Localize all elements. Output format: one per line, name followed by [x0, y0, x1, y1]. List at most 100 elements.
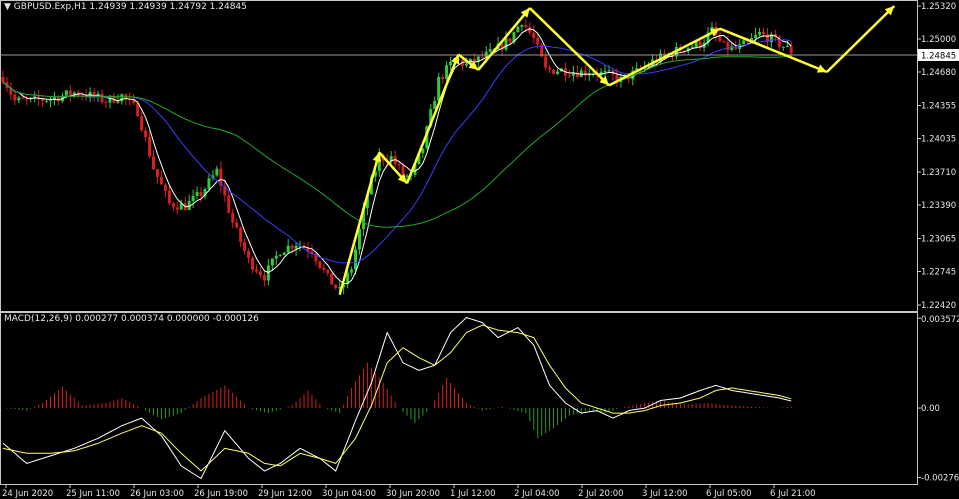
candle-body — [227, 195, 231, 213]
macd-tick-label: 0.00 — [921, 404, 940, 414]
time-tick-label: 29 Jun 12:00 — [258, 489, 312, 499]
instrument-label: GBPUSD.Exp,H1 — [13, 2, 87, 12]
time-tick-label: 1 Jul 12:00 — [450, 489, 496, 499]
zigzag-arrow-line — [608, 27, 721, 87]
signal-line — [2, 324, 792, 472]
candle-body — [326, 269, 330, 274]
candle-body — [334, 284, 338, 289]
price-tick-label: 1.23390 — [921, 201, 956, 211]
candle-body — [508, 38, 512, 43]
time-tick-label: 2 Jul 20:00 — [578, 489, 624, 499]
candle-body — [282, 252, 286, 256]
macd-tick-label: 0.003572 — [921, 315, 959, 325]
zigzag-arrow-line — [825, 5, 896, 73]
price-tick-label: 1.22420 — [921, 301, 956, 311]
candle-body — [294, 245, 298, 249]
candle-body — [690, 46, 694, 48]
time-tick-label: 6 Jul 05:00 — [706, 489, 752, 499]
candle-body — [215, 168, 219, 176]
candle-body — [148, 137, 152, 157]
candle-body — [1, 77, 5, 83]
candle-body — [262, 274, 266, 281]
time-tick-label: 30 Jun 20:00 — [386, 489, 440, 499]
chart-frame — [0, 0, 918, 485]
candle-body — [167, 190, 171, 204]
candle-body — [270, 258, 274, 266]
candle-body — [258, 271, 262, 275]
candle-body — [548, 67, 552, 70]
candle-body — [441, 77, 445, 79]
candle-body — [567, 75, 571, 77]
candle-body — [144, 130, 148, 138]
candle-body — [100, 93, 104, 103]
candle-body — [199, 192, 203, 197]
price-tick-label: 1.25000 — [921, 35, 956, 45]
price-tick-label: 1.24355 — [921, 101, 956, 111]
candle-body — [789, 45, 793, 54]
current-price-label: 1.24845 — [921, 51, 956, 61]
candle-body — [13, 94, 17, 101]
price-tick-label: 1.25320 — [921, 2, 956, 12]
candle-body — [544, 56, 548, 68]
candle-body — [742, 40, 746, 45]
candle-body — [433, 100, 437, 110]
candle-body — [520, 25, 524, 27]
candle-body — [140, 116, 144, 131]
candle-body — [239, 227, 243, 243]
candle-body — [524, 25, 528, 27]
candle-body — [104, 102, 108, 104]
candle-body — [552, 69, 556, 74]
price-axis: 1.25320 1.25000 1.24680 1.24355 1.24035 1.237… — [917, 2, 959, 484]
time-tick-label: 6 Jul 21:00 — [770, 489, 816, 499]
time-axis: 24 Jun 2020 25 Jun 11:00 26 Jun 03:00 26 Ju… — [2, 484, 816, 499]
candle-body — [785, 45, 789, 47]
candle-body — [405, 175, 409, 177]
candle-body — [175, 207, 179, 210]
ma-slow-line — [2, 55, 792, 228]
candle-body — [274, 255, 278, 259]
candle-body — [266, 265, 270, 281]
macd-label: MACD(12,26,9) 0.000277 0.000374 0.000000… — [4, 314, 259, 324]
candle-body — [152, 156, 156, 170]
ma-mid-line — [2, 39, 792, 264]
time-tick-label: 26 Jun 19:00 — [194, 489, 248, 499]
candle-body — [516, 26, 520, 33]
time-tick-label: 26 Jun 03:00 — [130, 489, 184, 499]
candle-body — [754, 34, 758, 39]
trading-chart[interactable]: 1.24845 1.25320 1.25000 1.24680 1.24355 1.24… — [0, 0, 959, 499]
candle-body — [231, 212, 235, 223]
candle-body — [528, 26, 532, 33]
candle-body — [445, 65, 449, 79]
candle-body — [254, 269, 258, 272]
candle-body — [17, 97, 21, 101]
candle-body — [235, 222, 239, 228]
candle-body — [607, 70, 611, 72]
candle-body — [251, 258, 255, 270]
candle-body — [286, 245, 290, 253]
price-tick-label: 1.23065 — [921, 234, 956, 244]
candle-body — [532, 32, 536, 38]
candle-body — [781, 46, 785, 48]
candle-body — [556, 71, 560, 74]
candle-body — [722, 40, 726, 43]
price-panel-border — [0, 0, 918, 312]
candle-body — [290, 245, 294, 249]
candle-body — [45, 100, 49, 102]
candle-body — [587, 74, 591, 76]
candle-body — [488, 49, 492, 52]
candle-body — [207, 178, 211, 190]
macd-line — [2, 316, 792, 480]
price-tick-label: 1.23710 — [921, 168, 956, 178]
candle-body — [64, 90, 68, 96]
candle-body — [504, 38, 508, 50]
time-tick-label: 3 Jul 12:00 — [642, 489, 688, 499]
candle-body — [116, 101, 120, 103]
price-tick-label: 1.24035 — [921, 134, 956, 144]
ohlc-values: 1.24939 1.24939 1.24792 1.24845 — [89, 2, 247, 12]
zigzag-arrow-line — [338, 152, 381, 296]
candle-body — [163, 184, 167, 191]
candle-body — [480, 56, 484, 58]
price-tick-label: 1.22745 — [921, 267, 956, 277]
candle-body — [25, 98, 29, 100]
candle-body — [357, 229, 361, 250]
